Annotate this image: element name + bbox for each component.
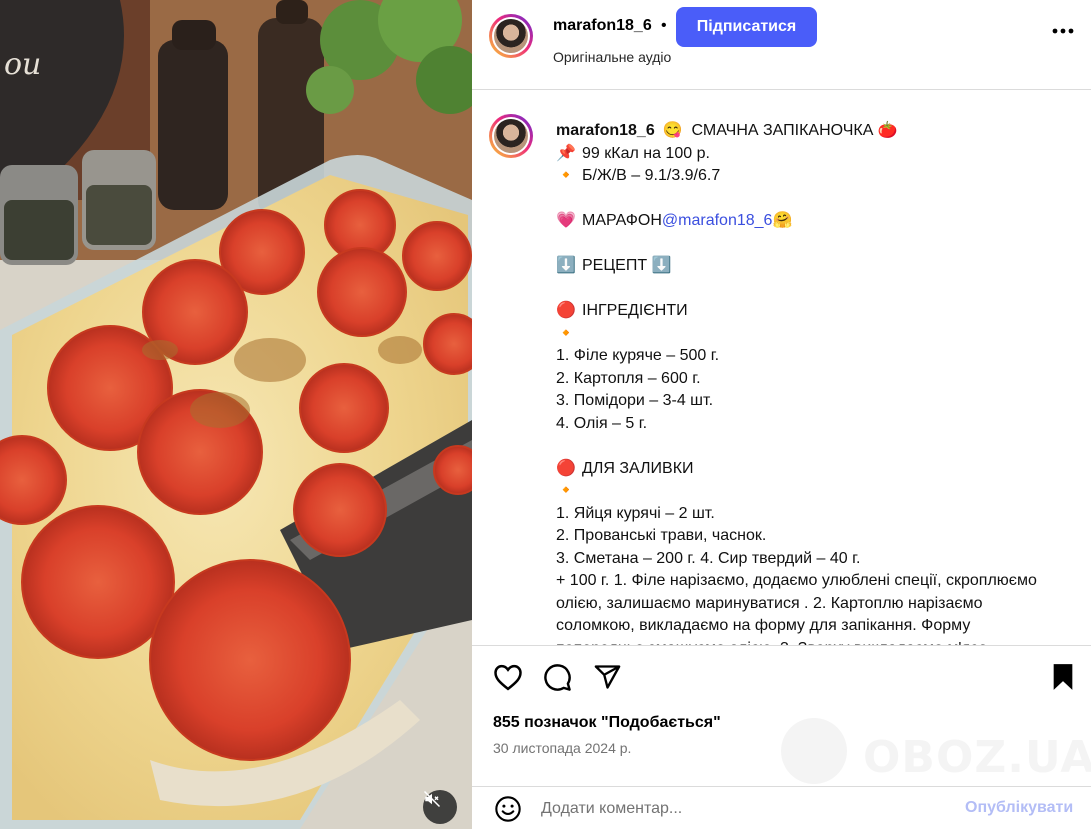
mute-button[interactable] <box>423 790 457 824</box>
caption-line-text: ІНГРЕДІЄНТИ <box>582 302 688 319</box>
caption-line-text: 3. Помідори – 3-4 шт. <box>556 392 714 409</box>
caption-avatar[interactable] <box>489 114 533 158</box>
caption-line-text: 2. Прованські трави, часнок. <box>556 527 767 544</box>
caption-scroll-area[interactable]: marafon18_6 😋 СМАЧНА ЗАПІКАНОЧКА 🍅 📌 99 кКа… <box>472 90 1091 646</box>
comment-icon[interactable] <box>543 663 572 692</box>
caption-line: 🔸 Б/Ж/В – 9.1/3.9/6.7 <box>556 165 1081 188</box>
caption-text: marafon18_6 😋 СМАЧНА ЗАПІКАНОЧКА 🍅 📌 99 кКа… <box>556 120 1081 646</box>
audio-label[interactable]: Оригінальне аудіо <box>553 49 671 65</box>
post-comment-button[interactable]: Опублікувати <box>965 799 1073 817</box>
caption-line <box>556 188 1081 211</box>
caption-line: ⬇️ РЕЦЕПТ ⬇️ <box>556 255 1081 278</box>
casserole-photo: ou <box>0 0 472 829</box>
likes-count[interactable]: 855 позначок "Подобається" <box>493 714 721 732</box>
caption-line-icon: ⬇️ <box>556 257 576 274</box>
svg-text:ou: ou <box>4 47 41 82</box>
caption-line: 🔸 <box>556 480 1081 503</box>
caption-line: 📌 99 кКал на 100 р. <box>556 143 1081 166</box>
caption-line-icon: 📌 <box>556 144 576 162</box>
caption-line: 4. Олія – 5 г. <box>556 413 1081 436</box>
separator-dot: • <box>661 17 667 34</box>
caption-line: 3. Сметана – 200 г. 4. Сир твердий – 40 … <box>556 548 1081 571</box>
caption-username[interactable]: marafon18_6 <box>556 122 655 139</box>
caption-line-text: 99 кКал на 100 р. <box>582 144 710 162</box>
caption-line <box>556 233 1081 256</box>
caption-line-text: 3. Сметана – 200 г. 4. Сир твердий – 40 … <box>556 549 861 567</box>
caption-line-icon: 🔸 <box>556 167 576 184</box>
post-date[interactable]: 30 листопада 2024 р. <box>493 740 631 756</box>
caption-line-text: РЕЦЕПТ ⬇️ <box>582 257 672 274</box>
caption-line: 🔴 ДЛЯ ЗАЛИВКИ <box>556 458 1081 481</box>
follow-button[interactable]: Підписатися <box>676 7 817 47</box>
caption-line: 💗 МАРАФОН@marafon18_6🤗 <box>556 210 1081 233</box>
actions-divider <box>472 645 1091 646</box>
caption-line-icon: 🔸 <box>556 482 576 499</box>
caption-line-text: 😋 СМАЧНА ЗАПІКАНОЧКА 🍅 <box>662 122 898 139</box>
author-username[interactable]: marafon18_6 <box>553 17 652 35</box>
caption-line: 🔸 <box>556 323 1081 346</box>
emoji-icon[interactable] <box>494 795 522 823</box>
caption-line: соломкою, викладаємо на форму для запіка… <box>556 615 1081 638</box>
caption-line <box>556 435 1081 458</box>
caption-line-text: 4. Олія – 5 г. <box>556 414 648 432</box>
oboz-watermark: OBOZ.UA <box>781 718 1091 790</box>
globe-icon <box>781 718 847 784</box>
watermark-text: OBOZ.UA <box>863 732 1091 783</box>
caption-line-text: 2. Картопля – 600 г. <box>556 369 701 387</box>
caption-line-text: ДЛЯ ЗАЛИВКИ <box>582 459 694 477</box>
caption-line-text: Б/Ж/В – 9.1/3.9/6.7 <box>582 167 721 184</box>
caption-line-text: 1. Філе куряче – 500 г. <box>556 347 720 364</box>
caption-line: 2. Картопля – 600 г. <box>556 368 1081 391</box>
caption-line: 2. Прованські трави, часнок. <box>556 525 1081 548</box>
caption-line: олією, залишаємо маринуватися . 2. Карто… <box>556 593 1081 616</box>
heart-icon[interactable] <box>493 663 523 691</box>
caption-line-icon: 🔴 <box>556 459 576 477</box>
caption-line-text: + 100 г. 1. Філе нарізаємо, додаємо улюб… <box>556 572 1037 589</box>
caption-line-text: 1. Яйця курячі – 2 шт. <box>556 504 715 522</box>
caption-line: + 100 г. 1. Філе нарізаємо, додаємо улюб… <box>556 570 1081 593</box>
caption-line: 1. Філе куряче – 500 г. <box>556 345 1081 368</box>
caption-line-suffix: 🤗 <box>772 212 793 229</box>
bookmark-icon[interactable] <box>1050 663 1076 691</box>
comment-bar: Додати коментар... Опублікувати <box>472 787 1091 829</box>
author-avatar[interactable] <box>489 14 533 58</box>
caption-line-text: соломкою, викладаємо на форму для запіка… <box>556 617 971 634</box>
caption-line: 1. Яйця курячі – 2 шт. <box>556 503 1081 526</box>
caption-line-icon: 🔸 <box>556 324 576 342</box>
caption-line-icon: 🔴 <box>556 302 576 319</box>
caption-line-icon: 💗 <box>556 212 576 229</box>
mention-link[interactable]: @marafon18_6 <box>662 212 773 229</box>
more-icon[interactable] <box>1052 28 1074 34</box>
post-panel: marafon18_6 • Підписатися Оригінальне ау… <box>472 0 1091 829</box>
caption-line <box>556 278 1081 301</box>
muted-speaker-icon <box>423 790 441 808</box>
caption-line-text: олією, залишаємо маринуватися . 2. Карто… <box>556 594 983 612</box>
comment-input[interactable]: Додати коментар... <box>541 800 682 818</box>
caption-line: 🔴 ІНГРЕДІЄНТИ <box>556 300 1081 323</box>
share-icon[interactable] <box>593 663 622 691</box>
post-media[interactable]: ou <box>0 0 472 829</box>
caption-line: 3. Помідори – 3-4 шт. <box>556 390 1081 413</box>
caption-line: marafon18_6 😋 СМАЧНА ЗАПІКАНОЧКА 🍅 <box>556 120 1081 143</box>
caption-line-text: МАРАФОН <box>582 212 662 229</box>
